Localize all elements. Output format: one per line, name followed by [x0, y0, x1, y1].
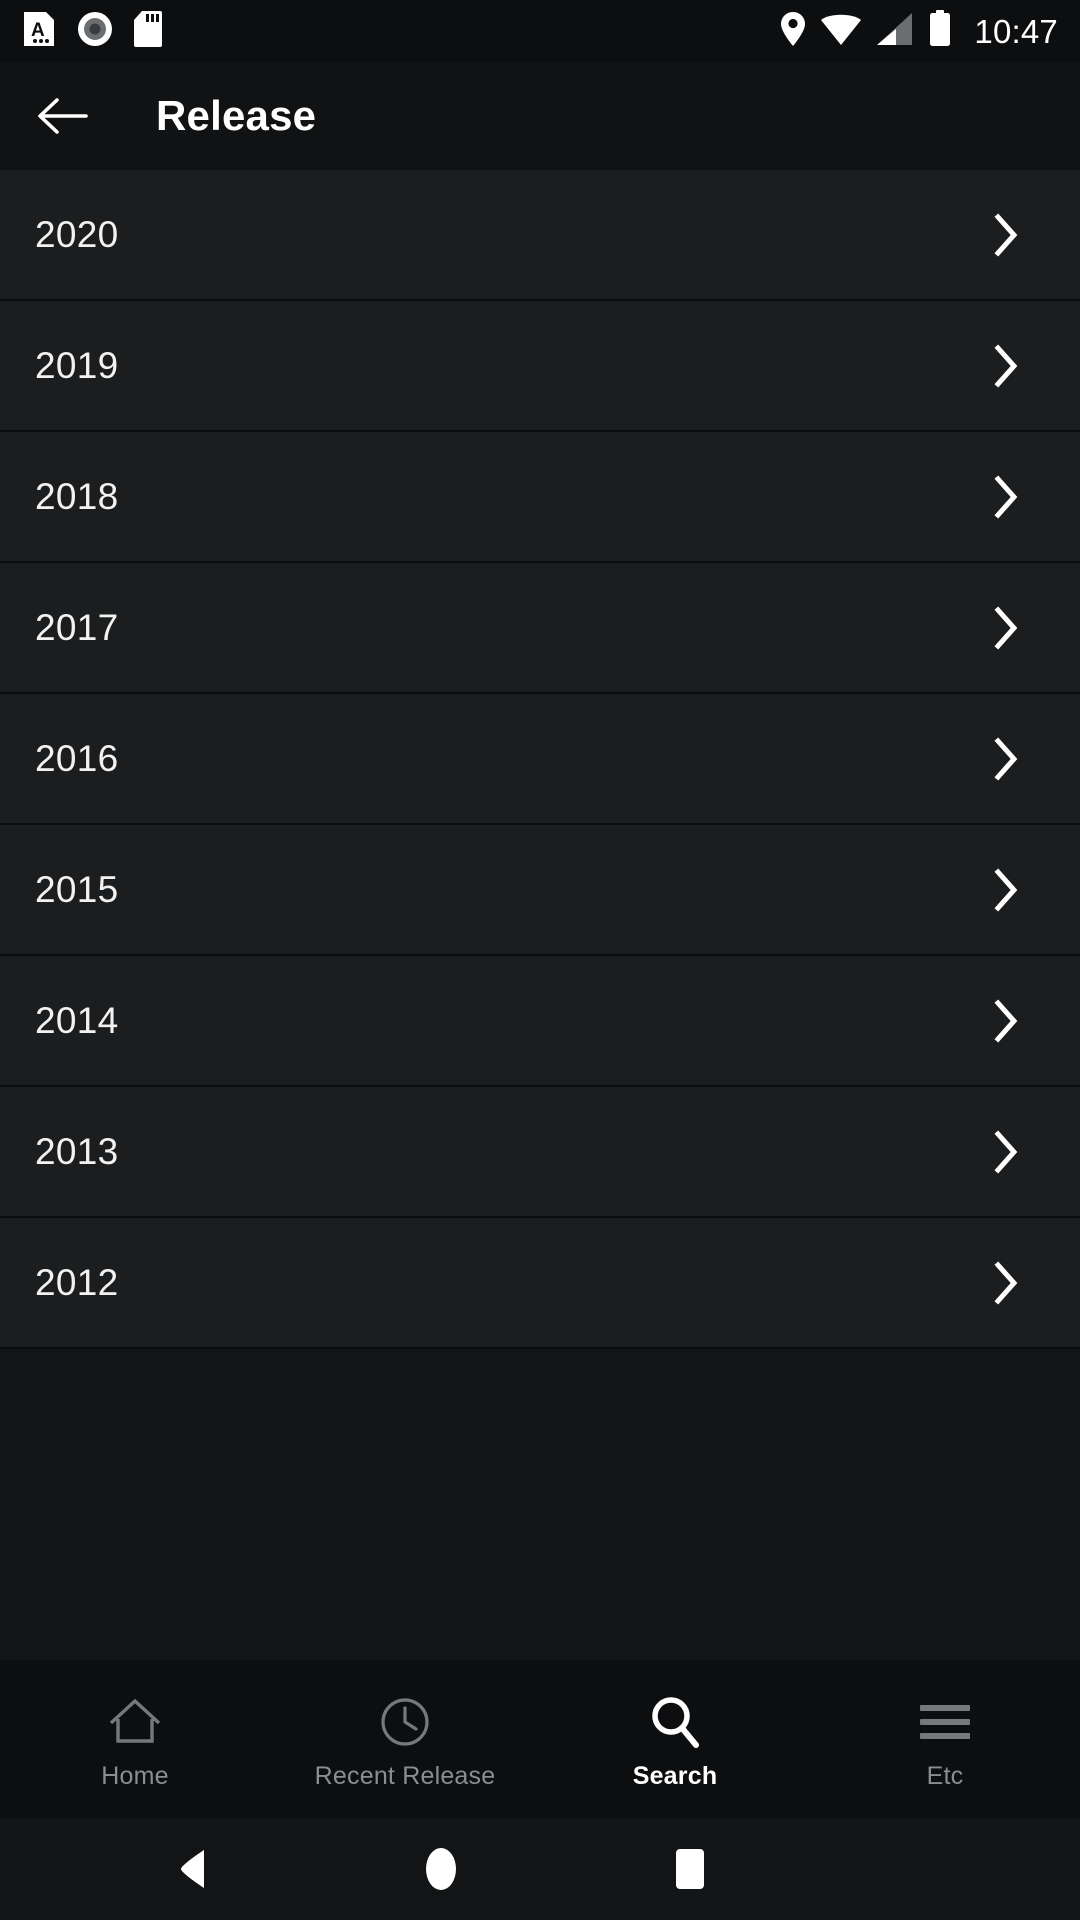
android-navigation-bar: [0, 1818, 1080, 1920]
list-item[interactable]: 2017: [0, 563, 1080, 694]
triangle-back-icon: [181, 1850, 204, 1888]
list-item[interactable]: 2012: [0, 1218, 1080, 1349]
status-bar-right-icons: 10:47: [780, 9, 1058, 53]
list-item[interactable]: 2013: [0, 1087, 1080, 1218]
clock-icon: [379, 1696, 431, 1748]
chevron-right-icon: [984, 867, 1028, 912]
tab-recent-release[interactable]: Recent Release: [270, 1660, 540, 1818]
tab-search[interactable]: Search: [540, 1660, 810, 1818]
cellular-signal-icon: [876, 12, 914, 51]
list-item-label: 2020: [35, 214, 119, 255]
chevron-right-icon: [984, 343, 1028, 388]
chevron-right-icon: [984, 605, 1028, 650]
list-item-label: 2017: [35, 607, 119, 648]
nav-back-button[interactable]: [122, 1818, 262, 1920]
bottom-tab-bar: Home Recent Release Search Etc: [0, 1660, 1080, 1818]
tab-etc[interactable]: Etc: [810, 1660, 1080, 1818]
list-item[interactable]: 2015: [0, 825, 1080, 956]
search-icon: [649, 1696, 701, 1748]
square-recents-icon: [676, 1849, 704, 1889]
app-bar: Release: [0, 62, 1080, 170]
circle-home-icon: [426, 1848, 456, 1890]
chevron-right-icon: [984, 1129, 1028, 1174]
text-document-icon: A: [22, 10, 56, 53]
tab-home-label: Home: [101, 1761, 169, 1790]
release-year-list[interactable]: 2020 2019 2018 2017 2016 2015 2014 2013 …: [0, 170, 1080, 1660]
list-item-label: 2016: [35, 738, 119, 779]
wifi-icon: [820, 12, 862, 51]
chevron-right-icon: [984, 212, 1028, 257]
location-pin-icon: [780, 10, 806, 53]
nav-recents-button[interactable]: [620, 1818, 760, 1920]
svg-text:A: A: [31, 20, 45, 41]
nav-home-button[interactable]: [371, 1818, 511, 1920]
status-bar-clock: 10:47: [974, 12, 1058, 50]
chevron-right-icon: [984, 736, 1028, 781]
list-item-label: 2018: [35, 476, 119, 517]
list-item[interactable]: 2020: [0, 170, 1080, 301]
list-item[interactable]: 2014: [0, 956, 1080, 1087]
back-button[interactable]: [32, 86, 92, 146]
app-root: A 10:47 Release 2020 2019 2018 2017 2016…: [0, 0, 1080, 1920]
list-item[interactable]: 2018: [0, 432, 1080, 563]
list-item-label: 2019: [35, 345, 119, 386]
list-item[interactable]: 2019: [0, 301, 1080, 432]
chevron-right-icon: [984, 474, 1028, 519]
page-title: Release: [156, 92, 317, 139]
status-bar-left-icons: A: [22, 10, 162, 53]
arrow-left-icon: [38, 98, 88, 134]
list-item[interactable]: 2016: [0, 694, 1080, 825]
tab-search-label: Search: [632, 1761, 718, 1790]
screen-record-icon: [76, 10, 114, 53]
battery-full-icon: [928, 9, 952, 53]
hamburger-menu-icon: [918, 1696, 972, 1748]
list-item-label: 2012: [35, 1262, 119, 1303]
list-item-label: 2015: [35, 869, 119, 910]
sd-card-icon: [134, 10, 162, 53]
tab-home[interactable]: Home: [0, 1660, 270, 1818]
tab-etc-label: Etc: [926, 1761, 964, 1790]
list-item-label: 2014: [35, 1000, 119, 1041]
chevron-right-icon: [984, 1260, 1028, 1305]
chevron-right-icon: [984, 998, 1028, 1043]
tab-recent-release-label: Recent Release: [314, 1761, 496, 1790]
home-icon: [107, 1696, 163, 1748]
list-item-label: 2013: [35, 1131, 119, 1172]
status-bar: A 10:47: [0, 0, 1080, 62]
